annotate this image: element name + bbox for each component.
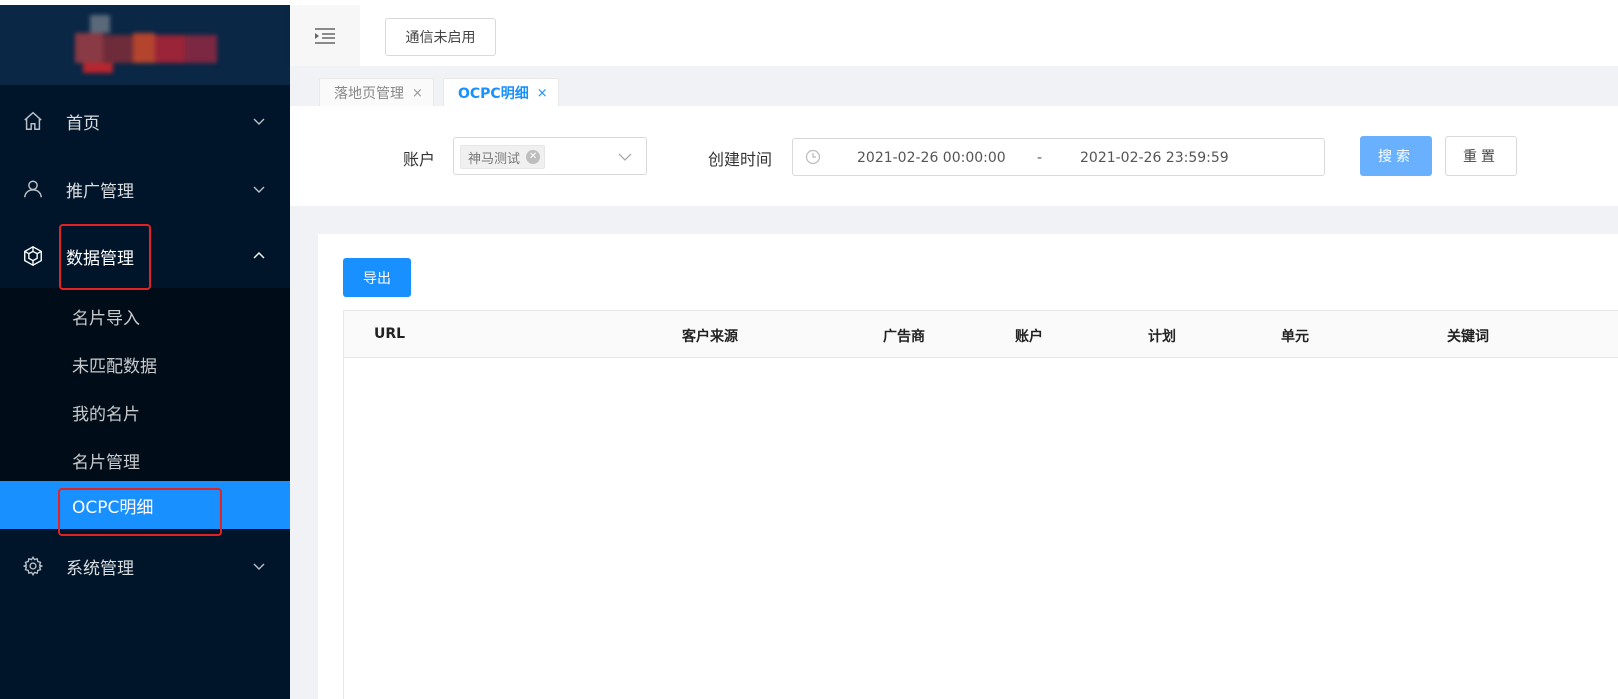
column-header-account: 账户 (1015, 329, 1043, 345)
clock-icon (805, 149, 821, 165)
column-header-url: URL (374, 326, 406, 342)
search-button[interactable]: 搜索 (1360, 136, 1432, 176)
top-header: 通信未启用 (290, 5, 1618, 66)
sidebar: 首页 推广管理 数据管理 名片导入 未匹配数据 我的名片 名片管理 OCPC明细… (0, 0, 290, 699)
menu-fold-icon (315, 27, 335, 44)
column-header-unit: 单元 (1281, 329, 1309, 345)
created-time-label: 创建时间 (708, 150, 773, 169)
submenu-item-ocpc-detail[interactable]: OCPC明细 (0, 481, 290, 529)
cube-icon (24, 246, 42, 266)
tab-ocpc-detail[interactable]: OCPC明细 × (443, 78, 559, 107)
tag-close-icon[interactable]: ✕ (526, 150, 541, 164)
submenu-item-unmatched-data[interactable]: 未匹配数据 (0, 340, 290, 388)
sidebar-item-promotion[interactable]: 推广管理 (0, 163, 290, 215)
account-label: 账户 (403, 150, 436, 169)
submenu-item-card-import[interactable]: 名片导入 (0, 292, 290, 340)
close-icon[interactable]: × (537, 86, 548, 101)
chevron-up-icon (253, 252, 265, 259)
data-submenu: 名片导入 未匹配数据 我的名片 名片管理 OCPC明细 (0, 288, 290, 530)
column-header-customer-source: 客户来源 (682, 329, 738, 345)
page-tabs: 落地页管理 × OCPC明细 × (290, 66, 1618, 107)
submenu-item-label: 名片导入 (72, 308, 140, 329)
sidebar-item-system[interactable]: 系统管理 (0, 540, 290, 592)
window-top-border (0, 0, 1618, 5)
submenu-item-my-cards[interactable]: 我的名片 (0, 388, 290, 436)
tab-label: 落地页管理 (334, 86, 404, 102)
column-header-keyword: 关键词 (1447, 329, 1489, 345)
column-header-advertiser: 广告商 (883, 329, 925, 345)
logo (0, 5, 290, 85)
start-datetime[interactable]: 2021-02-26 00:00:00 (857, 150, 1006, 166)
column-header-plan: 计划 (1148, 329, 1176, 345)
sidebar-item-home[interactable]: 首页 (0, 95, 290, 147)
close-icon[interactable]: × (412, 86, 423, 101)
home-icon (24, 111, 42, 130)
sidebar-item-label: 系统管理 (66, 558, 134, 579)
blurred-logo-image (75, 15, 220, 75)
search-form: 账户 神马测试 ✕ 创建时间 2021-02-26 00:00:00 - 202… (290, 106, 1618, 206)
sidebar-item-label: 推广管理 (66, 181, 134, 202)
sidebar-toggle-button[interactable] (290, 5, 360, 66)
sidebar-item-label: 首页 (66, 113, 100, 134)
chevron-down-icon (618, 153, 632, 161)
chevron-down-icon (253, 186, 265, 193)
account-tag: 神马测试 ✕ (460, 145, 546, 169)
submenu-item-label: 名片管理 (72, 452, 140, 473)
gear-icon (22, 556, 44, 576)
submenu-item-label: OCPC明细 (72, 497, 154, 518)
account-select[interactable]: 神马测试 ✕ (453, 137, 647, 175)
date-range-picker[interactable]: 2021-02-26 00:00:00 - 2021-02-26 23:59:5… (792, 138, 1325, 176)
sidebar-item-label: 数据管理 (66, 248, 134, 269)
sidebar-item-data[interactable]: 数据管理 (0, 230, 290, 282)
submenu-item-label: 未匹配数据 (72, 356, 157, 377)
tab-label: OCPC明细 (458, 86, 529, 102)
chevron-down-icon (253, 563, 265, 570)
communication-status-button[interactable]: 通信未启用 (385, 18, 496, 56)
results-card: 导出 URL 客户来源 广告商 账户 计划 单元 关键词 (318, 234, 1618, 699)
reset-button[interactable]: 重置 (1445, 136, 1517, 176)
user-icon (24, 180, 42, 198)
account-tag-label: 神马测试 (468, 151, 521, 167)
end-datetime[interactable]: 2021-02-26 23:59:59 (1080, 150, 1229, 166)
submenu-item-card-management[interactable]: 名片管理 (0, 436, 290, 484)
table-header: URL 客户来源 广告商 账户 计划 单元 关键词 (344, 311, 1618, 358)
range-separator: - (1037, 150, 1043, 166)
results-table: URL 客户来源 广告商 账户 计划 单元 关键词 (343, 310, 1618, 699)
export-button[interactable]: 导出 (343, 258, 411, 297)
tab-landing-page-management[interactable]: 落地页管理 × (319, 78, 434, 107)
submenu-item-label: 我的名片 (72, 404, 140, 425)
chevron-down-icon (253, 118, 265, 125)
